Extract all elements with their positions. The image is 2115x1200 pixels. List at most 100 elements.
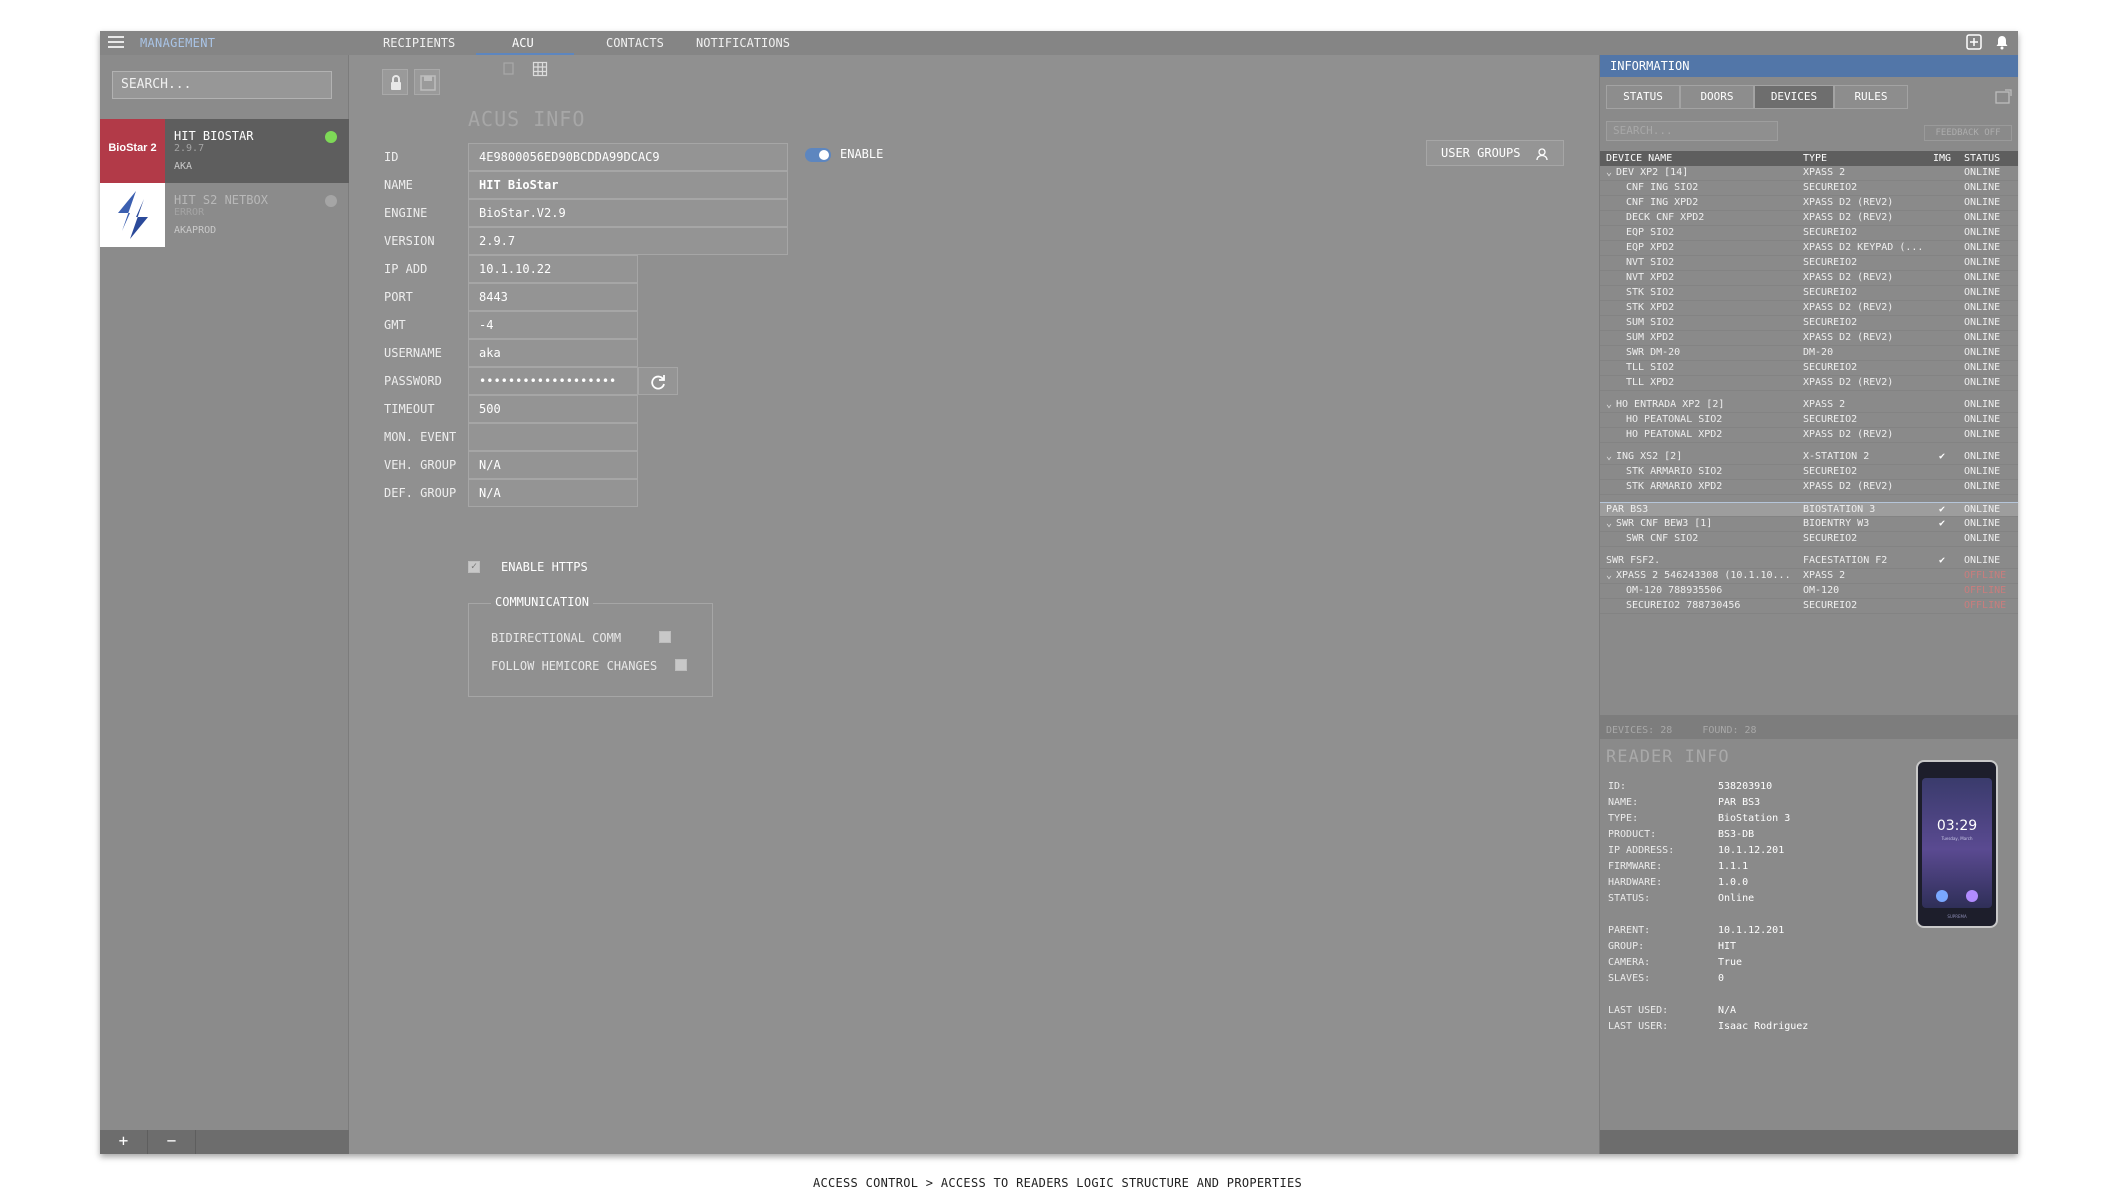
table-row[interactable]: ⌄ DEV XP2 [14] XPASS 2 ONLINE — [1600, 166, 2018, 181]
table-row[interactable]: TLL XPD2 XPASS D2 (REV2) ONLINE — [1600, 376, 2018, 391]
table-row[interactable]: CNF ING XPD2 XPASS D2 (REV2) ONLINE — [1600, 196, 2018, 211]
enable-https-checkbox[interactable]: ✓ — [468, 561, 480, 573]
table-row[interactable]: SECUREIO2 788730456 SECUREIO2 OFFLINE — [1600, 599, 2018, 614]
device-name: ING XS2 [2] — [1616, 451, 1683, 462]
def-group-field[interactable]: N/A — [468, 479, 638, 507]
version-field[interactable]: 2.9.7 — [468, 227, 788, 255]
remove-acu-button[interactable]: − — [148, 1130, 196, 1154]
table-row[interactable]: STK ARMARIO SIO2 SECUREIO2 ONLINE — [1600, 465, 2018, 480]
image-check-icon: ✔ — [1939, 451, 1946, 462]
ip-address-field[interactable]: 10.1.10.22 — [468, 255, 638, 283]
device-status: ONLINE — [1964, 182, 2001, 193]
reader-prop-label: LAST USER: — [1608, 1021, 1669, 1032]
user-groups-button[interactable]: USER GROUPS — [1426, 140, 1564, 166]
table-row[interactable]: ⌄ HO ENTRADA XP2 [2] XPASS 2 ONLINE — [1600, 398, 2018, 413]
acu-item-hit-s2-netbox[interactable]: HIT S2 NETBOX ERROR AKAPROD — [100, 183, 349, 247]
management-title[interactable]: MANAGEMENT — [140, 36, 215, 50]
refresh-password-button[interactable] — [638, 367, 678, 395]
device-status: ONLINE — [1964, 257, 2001, 268]
table-row[interactable]: STK SIO2 SECUREIO2 ONLINE — [1600, 286, 2018, 301]
expand-chevron-icon[interactable]: ⌄ — [1606, 399, 1612, 410]
table-row[interactable]: HO PEATONAL SIO2 SECUREIO2 ONLINE — [1600, 413, 2018, 428]
table-row[interactable]: EQP SIO2 SECUREIO2 ONLINE — [1600, 226, 2018, 241]
table-row[interactable]: TLL SIO2 SECUREIO2 ONLINE — [1600, 361, 2018, 376]
device-name: DEV XP2 [14] — [1616, 167, 1689, 178]
name-field[interactable]: HIT BioStar — [468, 171, 788, 199]
table-row[interactable]: ⌄ ING XS2 [2] X-STATION 2 ✔ ONLINE — [1600, 450, 2018, 465]
expand-chevron-icon[interactable]: ⌄ — [1606, 518, 1612, 529]
table-row[interactable]: STK XPD2 XPASS D2 (REV2) ONLINE — [1600, 301, 2018, 316]
table-row[interactable]: STK ARMARIO XPD2 XPASS D2 (REV2) ONLINE — [1600, 480, 2018, 495]
feedback-toggle-button[interactable]: FEEDBACK OFF — [1924, 125, 2012, 141]
grid-icon[interactable] — [532, 61, 548, 81]
expand-chevron-icon[interactable]: ⌄ — [1606, 167, 1612, 178]
info-tab-rules[interactable]: RULES — [1834, 85, 1908, 109]
field-label-veh-group: VEH. GROUP — [384, 458, 457, 472]
table-row[interactable]: ⌄ SWR CNF BEW3 [1] BIOENTRY W3 ✔ ONLINE — [1600, 517, 2018, 532]
username-field[interactable]: aka — [468, 339, 638, 367]
tab-notifications[interactable]: NOTIFICATIONS — [696, 36, 790, 50]
field-label-name: NAME — [384, 178, 413, 192]
id-field[interactable]: 4E9800056ED90BCDDA99DCAC9 — [468, 143, 788, 171]
table-row[interactable]: SWR FSF2. FACESTATION F2 ✔ ONLINE — [1600, 554, 2018, 569]
device-name: NVT SIO2 — [1626, 257, 1675, 268]
info-tab-devices[interactable]: DEVICES — [1754, 85, 1834, 109]
table-row[interactable]: HO PEATONAL XPD2 XPASS D2 (REV2) ONLINE — [1600, 428, 2018, 443]
table-row[interactable]: CNF ING SIO2 SECUREIO2 ONLINE — [1600, 181, 2018, 196]
expand-chevron-icon[interactable]: ⌄ — [1606, 451, 1612, 462]
hamburger-menu-icon[interactable] — [108, 35, 124, 49]
veh-group-field[interactable]: N/A — [468, 451, 638, 479]
device-status: ONLINE — [1964, 227, 2001, 238]
field-label-engine: ENGINE — [384, 206, 428, 220]
table-row[interactable]: SUM SIO2 SECUREIO2 ONLINE — [1600, 316, 2018, 331]
device-search-input[interactable]: SEARCH... — [1606, 121, 1778, 141]
table-row[interactable]: NVT XPD2 XPASS D2 (REV2) ONLINE — [1600, 271, 2018, 286]
device-name: EQP SIO2 — [1626, 227, 1675, 238]
save-icon[interactable] — [414, 69, 440, 95]
info-tab-status[interactable]: STATUS — [1606, 85, 1680, 109]
device-type: SECUREIO2 — [1803, 362, 1858, 373]
timeout-field[interactable]: 500 — [468, 395, 638, 423]
device-status: OFFLINE — [1964, 600, 2007, 611]
device-status: ONLINE — [1964, 481, 2001, 492]
bidirectional-comm-checkbox[interactable] — [659, 631, 671, 643]
tab-recipients[interactable]: RECIPIENTS — [383, 36, 455, 50]
table-row[interactable]: EQP XPD2 XPASS D2 KEYPAD (... ONLINE — [1600, 241, 2018, 256]
follow-hemicore-checkbox[interactable] — [675, 659, 687, 671]
expand-chevron-icon[interactable]: ⌄ — [1606, 570, 1612, 581]
table-row[interactable]: PAR BS3 BIOSTATION 3 ✔ ONLINE — [1600, 502, 2018, 517]
device-status: ONLINE — [1964, 242, 2001, 253]
reader-device-image: 03:29 Tuesday, March SUPREMA — [1916, 760, 1998, 928]
lock-icon[interactable] — [382, 69, 408, 95]
device-status: ONLINE — [1964, 347, 2001, 358]
expand-icon[interactable] — [1994, 89, 2012, 105]
tab-acu[interactable]: ACU — [512, 36, 534, 50]
mon-event-field[interactable] — [468, 423, 638, 451]
acu-item-hit-biostar[interactable]: BioStar 2 HIT BIOSTAR 2.9.7 AKA — [100, 119, 349, 183]
table-row[interactable]: SUM XPD2 XPASS D2 (REV2) ONLINE — [1600, 331, 2018, 346]
table-row[interactable]: OM-120 788935506 OM-120 OFFLINE — [1600, 584, 2018, 599]
table-row[interactable]: SWR DM-20 DM-20 ONLINE — [1600, 346, 2018, 361]
device-name: TLL XPD2 — [1626, 377, 1675, 388]
acu-search-input[interactable]: SEARCH... — [112, 71, 332, 99]
info-tab-doors[interactable]: DOORS — [1680, 85, 1754, 109]
device-type: DM-20 — [1803, 347, 1834, 358]
table-row[interactable]: SWR CNF SIO2 SECUREIO2 ONLINE — [1600, 532, 2018, 547]
table-row[interactable]: NVT SIO2 SECUREIO2 ONLINE — [1600, 256, 2018, 271]
copy-icon[interactable] — [501, 61, 517, 81]
tab-contacts[interactable]: CONTACTS — [606, 36, 664, 50]
export-icon[interactable] — [1966, 34, 1982, 50]
add-acu-button[interactable]: + — [100, 1130, 148, 1154]
refresh-icon — [651, 375, 665, 390]
device-type: SECUREIO2 — [1803, 317, 1858, 328]
gmt-field[interactable]: -4 — [468, 311, 638, 339]
reader-prop-label: FIRMWARE: — [1608, 861, 1663, 872]
engine-field[interactable]: BioStar.V2.9 — [468, 199, 788, 227]
device-type: XPASS D2 (REV2) — [1803, 302, 1894, 313]
bell-icon[interactable] — [1994, 34, 2010, 50]
enable-toggle[interactable] — [805, 148, 831, 162]
password-field[interactable]: ••••••••••••••••••• — [468, 367, 638, 395]
table-row[interactable]: ⌄ XPASS 2 546243308 (10.1.10... XPASS 2 OFF… — [1600, 569, 2018, 584]
port-field[interactable]: 8443 — [468, 283, 638, 311]
table-row[interactable]: DECK CNF XPD2 XPASS D2 (REV2) ONLINE — [1600, 211, 2018, 226]
